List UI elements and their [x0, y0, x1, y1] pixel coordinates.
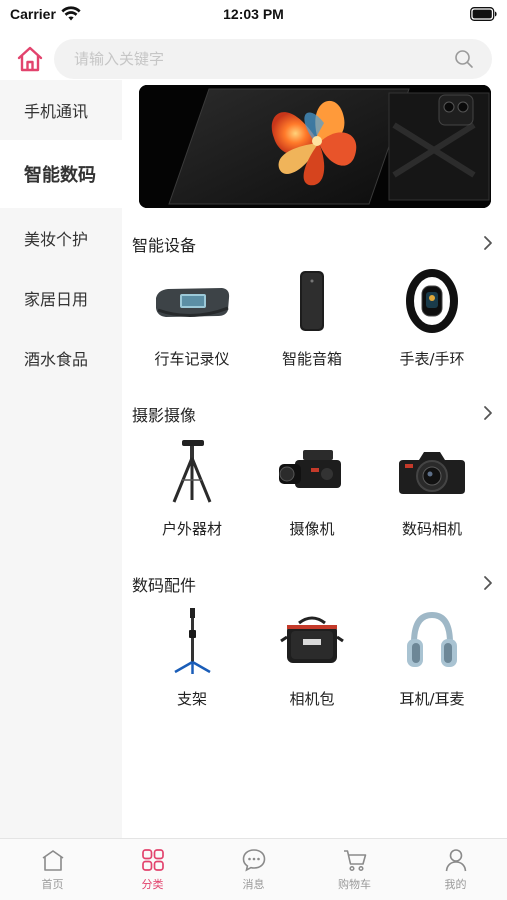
product-grid: 支架 相机包 耳机/耳麦 — [122, 606, 507, 716]
category-cell-dashcam[interactable]: 行车记录仪 — [132, 266, 252, 376]
home-icon — [42, 850, 63, 871]
chevron-right-icon[interactable] — [481, 234, 495, 252]
category-label: 户外器材 — [161, 520, 222, 538]
category-cell-camcorder[interactable]: 摄像机 — [252, 436, 372, 546]
category-label: 手表/手环 — [399, 350, 465, 368]
category-label: 支架 — [176, 690, 207, 708]
search-bar[interactable] — [54, 39, 492, 79]
category-cell-camera-bag[interactable]: 相机包 — [252, 606, 372, 716]
section-header[interactable]: 智能设备 — [122, 228, 507, 258]
category-cell-stand[interactable]: 支架 — [132, 606, 252, 716]
message-icon — [242, 849, 265, 872]
phone-banner-image — [139, 85, 491, 208]
sidebar-item-label: 美妆个护 — [24, 230, 89, 249]
search-input[interactable] — [74, 39, 444, 79]
tab-label: 我的 — [444, 878, 467, 891]
category-label: 数码相机 — [401, 520, 462, 538]
battery-icon — [470, 7, 497, 21]
category-cell-outdoor-gear[interactable]: 户外器材 — [132, 436, 252, 546]
tab-label: 消息 — [242, 878, 265, 891]
chevron-right-icon[interactable] — [481, 404, 495, 422]
sidebar-item-food-drinks[interactable]: 酒水食品 — [0, 328, 122, 388]
product-grid: 行车记录仪 智能音箱 手表/手环 — [122, 266, 507, 376]
section-title: 数码配件 — [132, 576, 197, 595]
section-header[interactable]: 数码配件 — [122, 568, 507, 598]
category-label: 相机包 — [289, 690, 335, 708]
sidebar-item-smart-digital[interactable]: 智能数码 — [0, 140, 122, 208]
tab-home[interactable]: 首页 — [2, 847, 103, 897]
tab-label: 购物车 — [338, 878, 371, 891]
product-grid: 户外器材 摄像机 数码相机 — [122, 436, 507, 546]
sidebar-item-label: 智能数码 — [24, 165, 96, 186]
section-header[interactable]: 摄影摄像 — [122, 398, 507, 428]
sidebar-item-label: 手机通讯 — [24, 102, 89, 121]
section-digital-accessories: 数码配件 支架 相机包 耳机/耳麦 — [122, 568, 507, 708]
category-cell-digital-camera[interactable]: 数码相机 — [372, 436, 492, 546]
section-photography: 摄影摄像 户外器材 摄像机 数码相机 — [122, 398, 507, 538]
category-cell-fitness-band[interactable]: 手表/手环 — [372, 266, 492, 376]
headphones-icon — [407, 611, 457, 667]
tab-cart[interactable]: 购物车 — [304, 847, 405, 897]
camcorder-icon — [279, 450, 341, 488]
monopod-icon — [174, 608, 211, 674]
dashcam-icon — [156, 288, 230, 318]
tab-category[interactable]: 分类 — [102, 847, 203, 897]
camera-bag-icon — [280, 616, 344, 663]
tab-profile[interactable]: 我的 — [405, 847, 506, 897]
section-title: 智能设备 — [132, 236, 197, 255]
cart-icon — [343, 850, 366, 872]
category-content: 智能设备 行车记录仪 智能音箱 手表/手环 摄影摄像 户外器材 摄像机 数码相机… — [122, 80, 507, 838]
tripod-icon — [172, 440, 212, 503]
home-button[interactable] — [12, 41, 48, 77]
section-smart-devices: 智能设备 行车记录仪 智能音箱 手表/手环 — [122, 228, 507, 368]
category-label: 摄像机 — [289, 520, 335, 538]
category-label: 智能音箱 — [281, 350, 342, 368]
sidebar-item-phones[interactable]: 手机通讯 — [0, 80, 122, 140]
tab-messages[interactable]: 消息 — [203, 847, 304, 897]
user-icon — [445, 849, 466, 872]
sidebar-item-label: 家居日用 — [24, 290, 89, 309]
tab-label: 分类 — [141, 878, 164, 891]
clock: 12:03 PM — [223, 6, 284, 22]
home-icon — [17, 46, 43, 72]
smart-speaker-icon — [300, 271, 324, 331]
status-bar: Carrier 12:03 PM — [0, 0, 507, 30]
sidebar-item-label: 酒水食品 — [24, 350, 89, 369]
category-label: 行车记录仪 — [154, 350, 230, 368]
chevron-right-icon[interactable] — [481, 574, 495, 592]
category-cell-headphones[interactable]: 耳机/耳麦 — [372, 606, 492, 716]
fitness-band-icon — [406, 269, 458, 333]
category-label: 耳机/耳麦 — [399, 690, 465, 708]
category-sidebar: 手机通讯 智能数码 美妆个护 家居日用 酒水食品 — [0, 80, 122, 838]
sidebar-item-beauty[interactable]: 美妆个护 — [0, 208, 122, 268]
section-title: 摄影摄像 — [132, 406, 197, 425]
search-icon[interactable] — [454, 49, 474, 69]
category-icon — [141, 849, 164, 871]
camera-icon — [399, 452, 465, 494]
promo-banner[interactable] — [139, 85, 491, 208]
bottom-tab-bar: 首页 分类 消息 购物车 我的 — [0, 838, 507, 900]
tab-label: 首页 — [41, 878, 64, 891]
sidebar-item-home-living[interactable]: 家居日用 — [0, 268, 122, 328]
category-cell-smart-speaker[interactable]: 智能音箱 — [252, 266, 372, 376]
